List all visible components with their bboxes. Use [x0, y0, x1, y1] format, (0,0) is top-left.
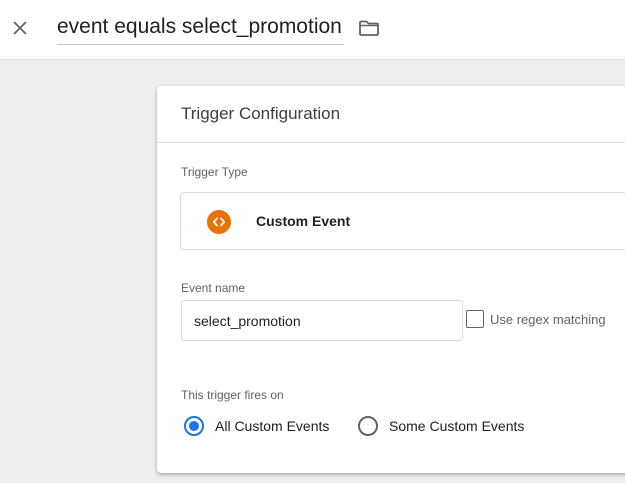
folder-button[interactable]: [357, 16, 381, 40]
trigger-configuration-card: Trigger Configuration Trigger Type Custo…: [157, 86, 625, 473]
regex-label[interactable]: Use regex matching: [490, 312, 606, 327]
radio-all-custom-events[interactable]: All Custom Events: [184, 414, 329, 438]
trigger-type-value: Custom Event: [256, 213, 351, 229]
card-header: Trigger Configuration: [157, 86, 625, 143]
radio-label-all[interactable]: All Custom Events: [215, 418, 329, 434]
editor-header: event equals select_promotion: [0, 0, 625, 60]
trigger-type-selector[interactable]: Custom Event: [180, 192, 625, 250]
radio-some-custom-events[interactable]: Some Custom Events: [358, 414, 524, 438]
code-brackets-icon: [212, 217, 226, 227]
trigger-type-label: Trigger Type: [181, 165, 248, 179]
folder-icon: [359, 20, 379, 36]
event-name-input[interactable]: [181, 300, 463, 341]
custom-event-icon: [207, 210, 231, 234]
radio-label-some[interactable]: Some Custom Events: [389, 418, 524, 434]
tag-name-field[interactable]: event equals select_promotion: [57, 12, 344, 45]
fires-on-label: This trigger fires on: [181, 388, 284, 402]
card-title: Trigger Configuration: [181, 104, 341, 123]
regex-checkbox[interactable]: [466, 310, 484, 328]
close-icon: [13, 21, 27, 35]
radio-button-unselected[interactable]: [358, 416, 378, 436]
page-title[interactable]: event equals select_promotion: [57, 15, 342, 39]
radio-button-selected[interactable]: [184, 416, 204, 436]
close-button[interactable]: [8, 14, 32, 42]
event-name-label: Event name: [181, 281, 246, 295]
